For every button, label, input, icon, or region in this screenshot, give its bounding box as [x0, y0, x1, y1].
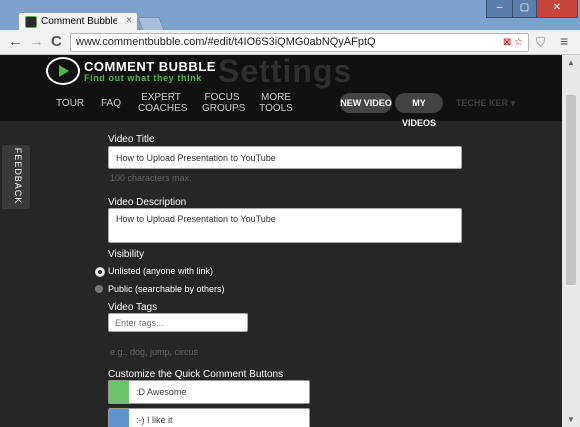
logo-name[interactable]: COMMENT BUBBLE [84, 59, 216, 74]
shield-icon[interactable]: ⛉ [536, 35, 545, 50]
title-char-hint: 100 characters max. [110, 173, 192, 183]
nav-faq[interactable]: FAQ [101, 98, 121, 109]
visibility-unlisted-radio[interactable] [95, 267, 105, 277]
browser-toolbar: ← → C www.commentbubble.com/#edit/t4IO6S… [0, 30, 580, 55]
video-tags-label: Video Tags [108, 302, 158, 313]
address-bar-url: www.commentbubble.com/#edit/t4IO6S3iQMG0… [76, 36, 376, 48]
nav-more-tools[interactable]: MORE TOOLS [258, 92, 294, 114]
scrollbar-thumb[interactable] [566, 95, 576, 285]
quick-comment-text: :-) I like it [136, 415, 173, 425]
background-page-title: Settings [218, 55, 353, 89]
new-tab-button[interactable] [137, 17, 165, 31]
reload-icon[interactable]: C [51, 34, 62, 50]
new-video-button[interactable]: NEW VIDEO [340, 93, 392, 113]
site-header: Settings COMMENT BUBBLE Find out what th… [0, 55, 562, 128]
user-menu[interactable]: TECHE KER ▾ [456, 98, 515, 109]
quick-comment-text: :D Awesome [136, 387, 187, 397]
page-viewport: Settings COMMENT BUBBLE Find out what th… [0, 55, 562, 427]
quick-comment-button-awesome[interactable]: :D Awesome [108, 380, 310, 404]
forward-icon[interactable]: → [29, 34, 44, 50]
window-close-button[interactable]: ✕ [536, 0, 578, 18]
tab-title: Comment Bubble - React [41, 16, 117, 27]
vertical-scrollbar[interactable]: ▲ ▼ [562, 55, 580, 427]
tab-close-icon[interactable]: × [126, 15, 132, 26]
feedback-label: FEEDBACK [13, 147, 23, 205]
video-title-value: How to Upload Presentation to YouTube [116, 153, 276, 163]
nav-focus-groups[interactable]: FOCUS GROUPS [202, 92, 245, 114]
nav-tour[interactable]: TOUR [56, 98, 84, 109]
address-bar[interactable]: www.commentbubble.com/#edit/t4IO6S3iQMG0… [70, 33, 529, 52]
nav-expert-coaches[interactable]: EXPERT COACHES [138, 92, 187, 114]
tags-example-hint: e.g., dog, jump, circus [110, 347, 199, 357]
video-description-value: How to Upload Presentation to YouTube [116, 214, 276, 224]
back-icon[interactable]: ← [8, 34, 23, 50]
browser-menu-icon[interactable]: ≡ [560, 33, 574, 49]
video-title-input[interactable]: How to Upload Presentation to YouTube [108, 146, 462, 169]
quick-comment-label: Customize the Quick Comment Buttons [108, 369, 284, 380]
quick-comment-button-like[interactable]: :-) I like it [108, 408, 310, 427]
window-minimize-button[interactable]: – [486, 0, 513, 18]
visibility-public-radio[interactable] [95, 285, 103, 293]
browser-tab-strip: Comment Bubble - React × – ▢ ✕ [0, 0, 580, 31]
scroll-up-icon[interactable]: ▲ [567, 58, 575, 67]
video-tags-input[interactable] [108, 313, 248, 332]
logo-play-icon[interactable] [46, 57, 80, 85]
quick-comment-color-swatch[interactable] [109, 381, 129, 403]
page-status-icon: ⊠ ☆ [502, 37, 523, 48]
visibility-label: Visibility [108, 249, 144, 260]
visibility-unlisted-label[interactable]: Unlisted (anyone with link) [108, 266, 213, 276]
play-icon [59, 65, 69, 77]
scroll-down-icon[interactable]: ▼ [567, 415, 575, 424]
feedback-tab[interactable]: FEEDBACK [2, 145, 30, 209]
my-videos-button[interactable]: MY VIDEOS [395, 93, 443, 128]
browser-tab[interactable]: Comment Bubble - React × [18, 12, 138, 31]
video-description-label: Video Description [108, 197, 187, 208]
video-description-textarea[interactable]: How to Upload Presentation to YouTube [108, 208, 462, 243]
visibility-public-label[interactable]: Public (searchable by others) [108, 284, 225, 294]
window-maximize-button[interactable]: ▢ [512, 0, 537, 18]
video-title-label: Video Title [108, 134, 155, 145]
site-favicon-icon [25, 16, 37, 28]
quick-comment-color-swatch[interactable] [109, 409, 129, 427]
logo-tagline: Find out what they think [84, 73, 202, 83]
